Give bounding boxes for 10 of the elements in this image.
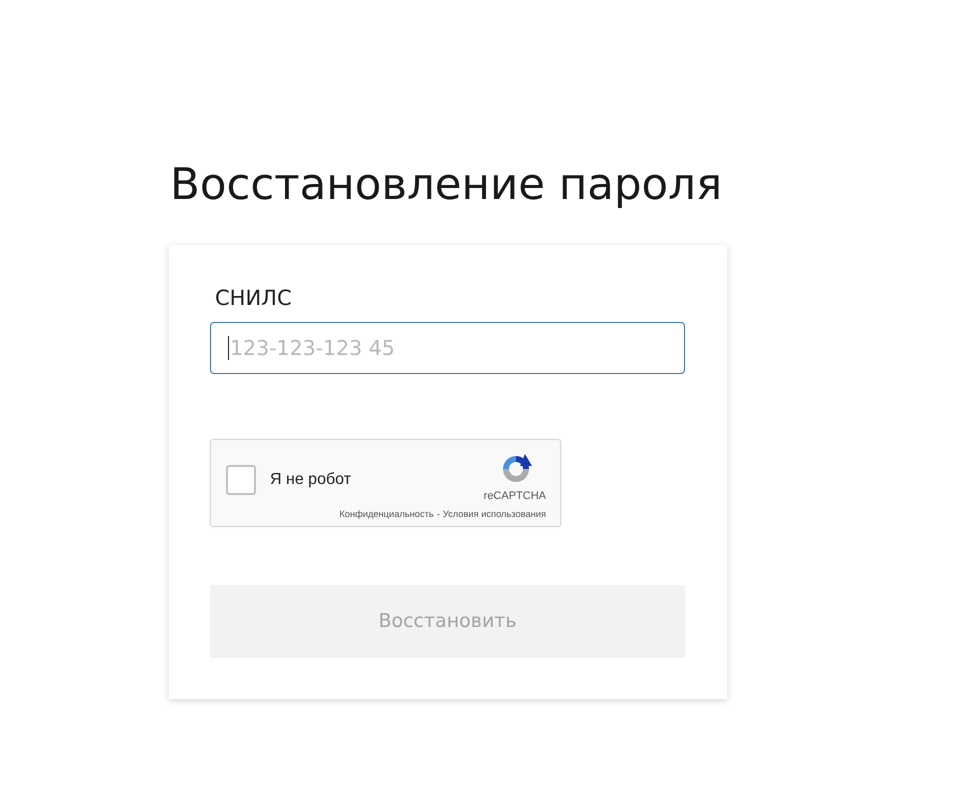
- privacy-link[interactable]: Конфиденциальность: [339, 509, 434, 520]
- text-cursor-icon: [228, 336, 229, 360]
- captcha-label: Я не робот: [270, 470, 352, 490]
- captcha-checkbox[interactable]: [226, 465, 256, 495]
- link-separator: -: [436, 509, 440, 520]
- captcha-brand: reCAPTCHA: [484, 490, 546, 503]
- snils-input[interactable]: 123-123-123 45: [210, 322, 685, 374]
- terms-link[interactable]: Условия использования: [442, 509, 546, 520]
- page-title: Восстановление пароля: [170, 159, 722, 212]
- snils-label: СНИЛС: [215, 285, 292, 312]
